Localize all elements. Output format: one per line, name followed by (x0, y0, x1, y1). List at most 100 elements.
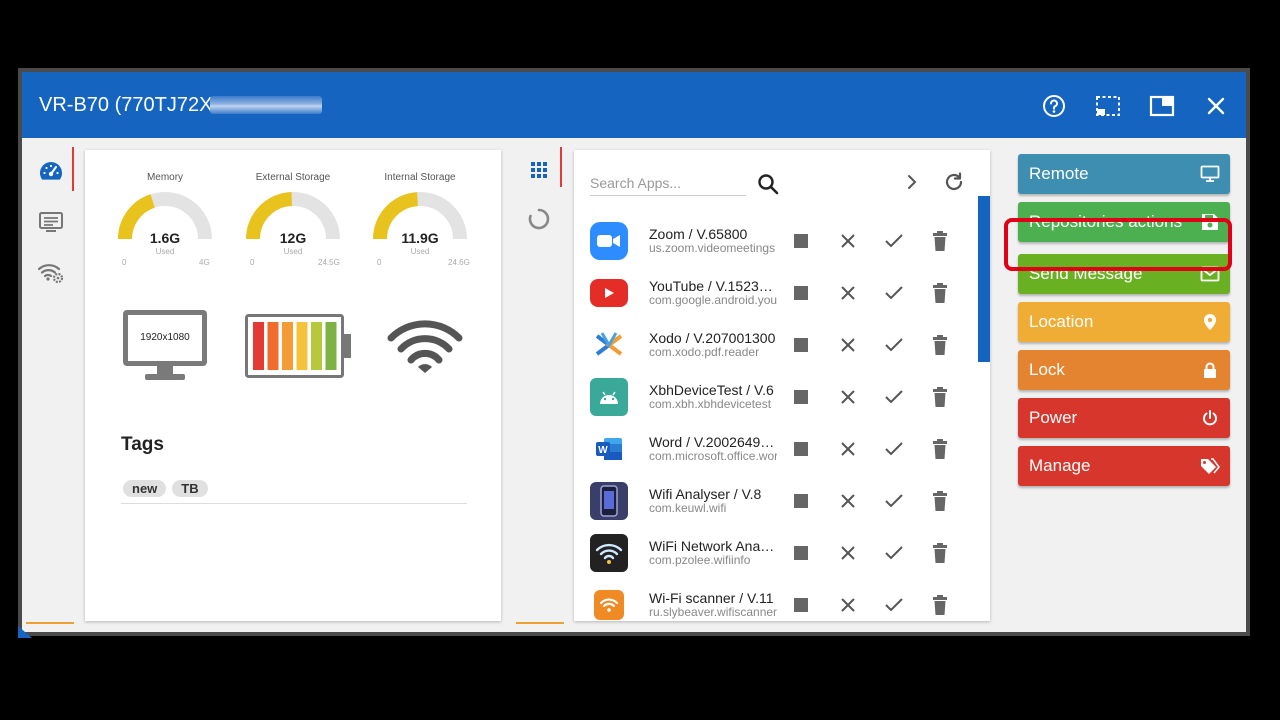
clear-app-button[interactable] (835, 592, 861, 618)
clear-app-button[interactable] (835, 228, 861, 254)
enable-app-button[interactable] (881, 592, 907, 618)
lock-button[interactable]: Lock (1018, 350, 1230, 390)
app-list-item[interactable]: YouTube / V.1523… com.google.android.you… (574, 268, 978, 320)
gauge-value: 11.9G (401, 230, 439, 246)
clear-app-button[interactable] (835, 280, 861, 306)
content-area: Memory 1.6G Used 0 4G External Storage 1… (22, 138, 1246, 632)
action-button-label: Lock (1029, 360, 1065, 379)
app-package: com.pzolee.wifiinfo (649, 553, 751, 567)
tag-chip[interactable]: TB (172, 480, 208, 497)
sidebar-item-details[interactable] (36, 208, 66, 236)
checkmark-icon (885, 338, 903, 352)
app-list-item[interactable]: W Word / V.2002649… com.microsoft.office… (574, 424, 978, 476)
app-package: com.keuwl.wifi (649, 501, 727, 515)
app-list-item[interactable]: WiFi Network Ana… com.pzolee.wifiinfo (574, 528, 978, 580)
memory-gauge: Memory 1.6G Used 0 4G (110, 168, 220, 268)
stop-icon (794, 234, 808, 248)
enable-app-button[interactable] (881, 540, 907, 566)
stop-icon (794, 390, 808, 404)
enable-app-button[interactable] (881, 280, 907, 306)
uninstall-app-button[interactable] (927, 540, 953, 566)
sidebar-item-dashboard[interactable] (36, 157, 66, 185)
stop-app-button[interactable] (788, 436, 814, 462)
checkmark-icon (885, 598, 903, 612)
uninstall-app-button[interactable] (927, 488, 953, 514)
action-button-label: Power (1029, 408, 1078, 427)
monitor-list-icon (39, 212, 63, 232)
battery-cell (282, 322, 293, 370)
app-list-item[interactable]: Wi-Fi scanner / V.11 ru.slybeaver.wifisc… (574, 580, 978, 621)
stop-app-button[interactable] (788, 488, 814, 514)
location-button[interactable]: Location (1018, 302, 1230, 342)
tag-chip[interactable]: new (123, 480, 167, 497)
speedometer-icon (40, 162, 62, 180)
refresh-button[interactable] (940, 168, 968, 196)
enable-app-button[interactable] (881, 488, 907, 514)
enable-app-button[interactable] (881, 332, 907, 358)
gauge-max: 24.5G (318, 258, 340, 267)
tags-divider (121, 503, 467, 504)
xodo-icon (590, 326, 628, 364)
app-package: com.xbh.xbhdevicetest (649, 397, 772, 411)
app-list-item[interactable]: Zoom / V.65800 us.zoom.videomeetings (574, 216, 978, 268)
clear-app-button[interactable] (835, 436, 861, 462)
uninstall-app-button[interactable] (927, 228, 953, 254)
uninstall-app-button[interactable] (927, 592, 953, 618)
checkmark-icon (885, 234, 903, 248)
gauge-min: 0 (250, 258, 255, 267)
screenshot-button[interactable] (1095, 93, 1121, 119)
stop-app-button[interactable] (788, 540, 814, 566)
enable-app-button[interactable] (881, 228, 907, 254)
remote-button[interactable]: Remote (1018, 154, 1230, 194)
sidebar-item-network-settings[interactable] (36, 258, 66, 286)
tab-apps[interactable] (524, 156, 554, 184)
stop-app-button[interactable] (788, 592, 814, 618)
search-apps-input[interactable] (590, 170, 746, 196)
battery-cell (325, 322, 337, 370)
power-icon (1199, 408, 1221, 428)
clear-app-button[interactable] (835, 384, 861, 410)
gauge-min: 0 (122, 258, 127, 267)
uninstall-app-button[interactable] (927, 280, 953, 306)
battery-indicator (245, 314, 353, 383)
uninstall-app-button[interactable] (927, 436, 953, 462)
trash-icon (933, 387, 947, 407)
next-page-button[interactable] (898, 168, 926, 196)
send-message-button[interactable]: Send Message (1018, 254, 1230, 294)
picture-in-picture-button[interactable] (1149, 93, 1175, 119)
uninstall-app-button[interactable] (927, 332, 953, 358)
close-button[interactable] (1203, 93, 1229, 119)
apps-scrollbar[interactable] (978, 196, 990, 362)
stop-app-button[interactable] (788, 332, 814, 358)
clear-app-button[interactable] (835, 332, 861, 358)
enable-app-button[interactable] (881, 384, 907, 410)
uninstall-app-button[interactable] (927, 384, 953, 410)
monitor-icon (1199, 164, 1221, 184)
app-list-item[interactable]: XbhDeviceTest / V.6 com.xbh.xbhdevicetes… (574, 372, 978, 424)
wifi-analyser-icon (590, 482, 628, 520)
power-button[interactable]: Power (1018, 398, 1230, 438)
loading-spinner-icon (528, 208, 550, 230)
close-icon (841, 546, 855, 560)
search-button[interactable] (754, 170, 782, 198)
stop-app-button[interactable] (788, 384, 814, 410)
stop-app-button[interactable] (788, 280, 814, 306)
enable-app-button[interactable] (881, 436, 907, 462)
close-icon (841, 442, 855, 456)
close-icon (841, 338, 855, 352)
app-name: Wi-Fi scanner / V.11 (649, 590, 774, 606)
stop-app-button[interactable] (788, 228, 814, 254)
manage-button[interactable]: Manage (1018, 446, 1230, 486)
clear-app-button[interactable] (835, 540, 861, 566)
repositories-actions-button[interactable]: Repositories actions (1018, 202, 1230, 242)
tab-processes[interactable] (524, 205, 554, 233)
help-button[interactable] (1041, 93, 1067, 119)
gauge-value: 1.6G (149, 230, 181, 246)
app-list-item[interactable]: Wifi Analyser / V.8 com.keuwl.wifi (574, 476, 978, 528)
search-icon (758, 174, 779, 195)
app-list-item[interactable]: Xodo / V.207001300 com.xodo.pdf.reader (574, 320, 978, 372)
checkmark-icon (885, 494, 903, 508)
close-icon (841, 598, 855, 612)
tags-heading: Tags (121, 434, 164, 455)
clear-app-button[interactable] (835, 488, 861, 514)
